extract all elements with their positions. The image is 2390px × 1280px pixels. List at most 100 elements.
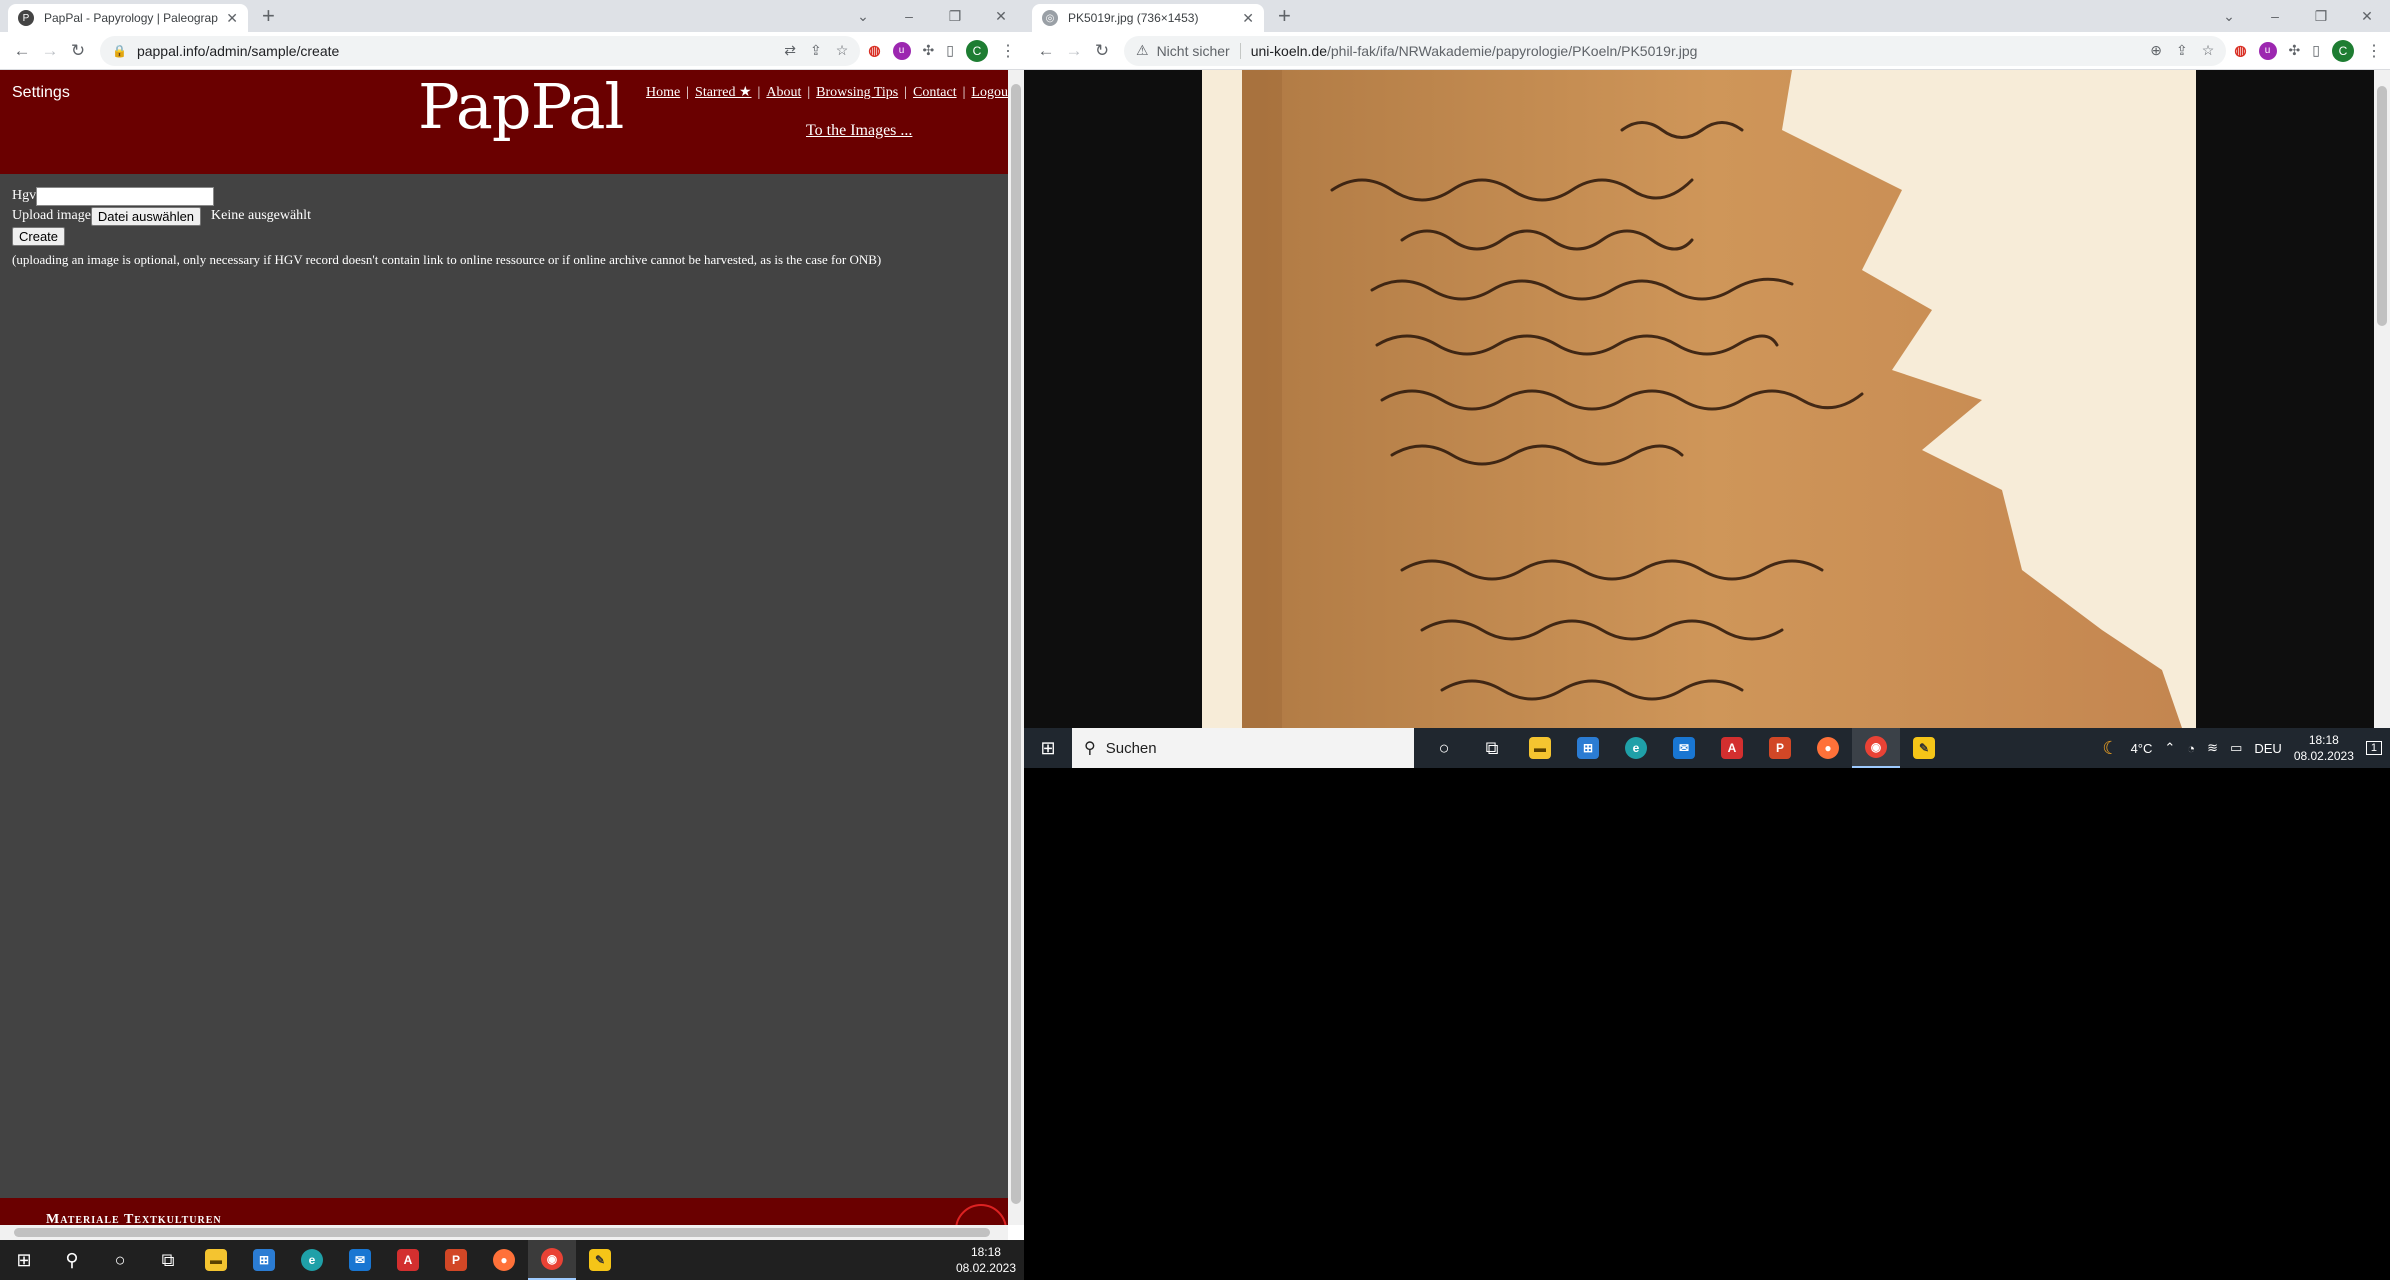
left-browser-window: P PapPal - Papyrology | Paleography ✕ + … bbox=[0, 0, 1024, 1240]
to-images-link[interactable]: To the Images ... bbox=[806, 122, 912, 140]
settings-link[interactable]: Settings bbox=[12, 84, 70, 102]
windows-start-icon[interactable]: ⊞ bbox=[0, 1240, 48, 1280]
tab-search-icon[interactable]: ⌄ bbox=[840, 8, 886, 25]
notification-icon[interactable]: 1 bbox=[2365, 741, 2382, 755]
network-icon[interactable]: ◔ bbox=[2187, 741, 2195, 756]
bookmark-star-icon[interactable]: ☆ bbox=[836, 42, 849, 59]
hgv-input[interactable] bbox=[36, 186, 215, 206]
restore-icon[interactable]: ❐ bbox=[2298, 8, 2344, 25]
close-window-icon[interactable]: ✕ bbox=[2344, 8, 2390, 25]
reload-icon[interactable]: ↻ bbox=[64, 41, 92, 61]
task-view-icon[interactable]: ⧉ bbox=[144, 1240, 192, 1280]
pappal-logo[interactable]: PapPal bbox=[418, 70, 624, 143]
back-icon[interactable]: ← bbox=[8, 41, 36, 61]
bookmark-star-icon[interactable]: ☆ bbox=[2202, 42, 2215, 59]
profile-avatar[interactable]: C bbox=[966, 39, 988, 62]
language-indicator[interactable]: DEU bbox=[2254, 741, 2281, 756]
tab-pappal[interactable]: P PapPal - Papyrology | Paleography ✕ bbox=[8, 4, 248, 32]
puzzle-icon[interactable]: ✣ bbox=[923, 42, 935, 59]
vertical-scrollbar-right[interactable] bbox=[2374, 70, 2390, 728]
adblock-icon[interactable]: ◍ bbox=[868, 42, 880, 59]
menu-icon[interactable]: ⋮ bbox=[2366, 41, 2382, 61]
taskbar-search[interactable]: ⚲ Suchen bbox=[1072, 728, 1414, 768]
chrome-icon[interactable]: ◉ bbox=[1852, 728, 1900, 768]
extension-ub-icon[interactable]: u bbox=[892, 41, 911, 60]
forward-icon[interactable]: → bbox=[36, 41, 64, 61]
cortana-icon[interactable]: ○ bbox=[1420, 728, 1468, 768]
store-icon[interactable]: ⊞ bbox=[240, 1240, 288, 1280]
clock-right[interactable]: 18:18 08.02.2023 bbox=[2294, 732, 2354, 764]
clock-left[interactable]: 18:18 08.02.2023 bbox=[956, 1244, 1016, 1276]
task-view-icon[interactable]: ⧉ bbox=[1468, 728, 1516, 768]
adblock-icon[interactable]: ◍ bbox=[2234, 42, 2246, 59]
address-bar[interactable]: 🔒 pappal.info/admin/sample/create ⇄ ⇪ ☆ bbox=[100, 35, 861, 66]
firefox-icon[interactable]: ● bbox=[480, 1240, 528, 1280]
chevron-up-icon[interactable]: ⌃ bbox=[2164, 740, 2175, 756]
file-explorer-icon[interactable]: ▬ bbox=[1516, 728, 1564, 768]
nav-about[interactable]: About bbox=[766, 85, 801, 100]
close-window-icon[interactable]: ✕ bbox=[978, 8, 1024, 25]
sidebar-icon[interactable]: ▯ bbox=[946, 42, 954, 59]
edge-icon[interactable]: e bbox=[288, 1240, 336, 1280]
edge-icon[interactable]: e bbox=[1612, 728, 1660, 768]
nav-contact[interactable]: Contact bbox=[913, 85, 957, 100]
close-tab-icon[interactable]: ✕ bbox=[1242, 10, 1254, 27]
mail-icon[interactable]: ✉ bbox=[1660, 728, 1708, 768]
reload-icon[interactable]: ↻ bbox=[1088, 41, 1116, 61]
restore-icon[interactable]: ❐ bbox=[932, 8, 978, 25]
nav-logout[interactable]: Logout bbox=[971, 85, 1011, 100]
chrome-icon[interactable]: ◉ bbox=[528, 1240, 576, 1280]
minimize-icon[interactable]: – bbox=[886, 8, 932, 24]
not-secure-label[interactable]: Nicht sicher bbox=[1157, 42, 1241, 59]
search-icon[interactable]: ⚲ bbox=[48, 1240, 96, 1280]
create-button[interactable]: Create bbox=[12, 226, 66, 246]
puzzle-icon[interactable]: ✣ bbox=[2289, 42, 2301, 59]
back-icon[interactable]: ← bbox=[1032, 41, 1060, 61]
zoom-icon[interactable]: ⊕ bbox=[2150, 42, 2162, 59]
scroll-thumb-right[interactable] bbox=[2377, 86, 2387, 326]
acrobat-icon[interactable]: A bbox=[1708, 728, 1756, 768]
translate-icon[interactable]: ⇄ bbox=[784, 42, 796, 59]
nav-browsing-tips[interactable]: Browsing Tips bbox=[816, 85, 898, 100]
profile-avatar[interactable]: C bbox=[2332, 39, 2354, 62]
vertical-scrollbar[interactable] bbox=[1008, 70, 1024, 1225]
mail-icon[interactable]: ✉ bbox=[336, 1240, 384, 1280]
menu-icon[interactable]: ⋮ bbox=[1000, 41, 1016, 61]
wifi-icon[interactable]: ≋ bbox=[2207, 740, 2218, 756]
store-icon[interactable]: ⊞ bbox=[1564, 728, 1612, 768]
address-bar-right[interactable]: ⚠ Nicht sicher uni-koeln.de /phil-fak/if… bbox=[1124, 35, 2227, 66]
battery-icon[interactable]: ▭ bbox=[2230, 740, 2242, 756]
choose-file-button[interactable]: Datei auswählen bbox=[90, 206, 202, 226]
notes-app-icon[interactable]: ✎ bbox=[576, 1240, 624, 1280]
upload-row: Upload image Datei auswählen Keine ausge… bbox=[12, 206, 881, 226]
minimize-icon[interactable]: – bbox=[2252, 8, 2298, 24]
new-tab-icon[interactable]: + bbox=[1278, 5, 1291, 27]
new-tab-icon[interactable]: + bbox=[262, 5, 275, 27]
warning-icon[interactable]: ⚠ bbox=[1136, 42, 1149, 59]
extension-ub-icon[interactable]: u bbox=[2258, 41, 2277, 60]
hscroll-thumb[interactable] bbox=[14, 1228, 990, 1237]
powerpoint-icon[interactable]: P bbox=[432, 1240, 480, 1280]
forward-icon[interactable]: → bbox=[1060, 41, 1088, 61]
scroll-thumb[interactable] bbox=[1011, 84, 1021, 1204]
windows-start-icon[interactable]: ⊞ bbox=[1024, 728, 1072, 768]
acrobat-icon[interactable]: A bbox=[384, 1240, 432, 1280]
papyrus-image[interactable] bbox=[1202, 70, 2196, 728]
weather-moon-icon[interactable]: ☾ bbox=[2102, 738, 2118, 759]
notes-app-icon[interactable]: ✎ bbox=[1900, 728, 1948, 768]
horizontal-scrollbar[interactable] bbox=[0, 1225, 1008, 1240]
sidebar-icon[interactable]: ▯ bbox=[2312, 42, 2320, 59]
powerpoint-icon[interactable]: P bbox=[1756, 728, 1804, 768]
share-icon[interactable]: ⇪ bbox=[2176, 42, 2188, 59]
tab-image[interactable]: ◎ PK5019r.jpg (736×1453) ✕ bbox=[1032, 4, 1264, 32]
cortana-icon[interactable]: ○ bbox=[96, 1240, 144, 1280]
share-icon[interactable]: ⇪ bbox=[810, 42, 822, 59]
weather-temp[interactable]: 4°C bbox=[2131, 741, 2153, 756]
file-explorer-icon[interactable]: ▬ bbox=[192, 1240, 240, 1280]
lock-icon[interactable]: 🔒 bbox=[112, 44, 127, 58]
nav-starred[interactable]: Starred ★ bbox=[695, 85, 751, 100]
tab-search-icon[interactable]: ⌄ bbox=[2206, 8, 2252, 25]
firefox-icon[interactable]: ● bbox=[1804, 728, 1852, 768]
close-tab-icon[interactable]: ✕ bbox=[226, 10, 238, 27]
nav-home[interactable]: Home bbox=[646, 85, 680, 100]
